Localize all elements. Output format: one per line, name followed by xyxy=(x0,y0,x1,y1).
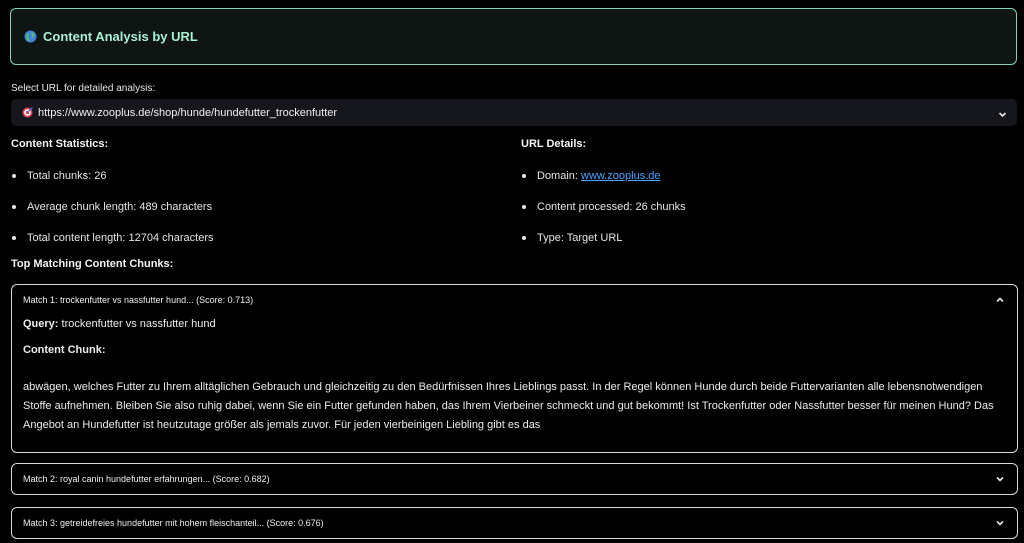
content-statistics-heading: Content Statistics: xyxy=(11,138,109,150)
content-statistics-list: Total chunks: 26 Average chunk length: 4… xyxy=(11,169,214,262)
detail-domain: Domain: www.zooplus.de xyxy=(521,169,686,200)
url-select-value: https://www.zooplus.de/shop/hunde/hundef… xyxy=(38,106,338,119)
url-details-list: Domain: www.zooplus.de Content processed… xyxy=(521,169,686,262)
target-icon xyxy=(22,107,33,118)
match-header-2[interactable]: Match 2: royal canin hundefutter erfahru… xyxy=(12,464,1017,494)
content-statistics: Content Statistics: Total chunks: 26 Ave… xyxy=(11,138,214,262)
url-select-label: Select URL for detailed analysis: xyxy=(11,83,156,94)
page-title: Content Analysis by URL xyxy=(43,29,198,44)
query-value: trockenfutter vs nassfutter hund xyxy=(61,318,216,330)
header-panel: Content Analysis by URL xyxy=(10,8,1017,65)
stat-average-chunk-length: Average chunk length: 489 characters xyxy=(11,200,214,231)
match-title-2: Match 2: royal canin hundefutter erfahru… xyxy=(23,474,270,484)
content-chunk-label: Content Chunk: xyxy=(23,344,106,356)
chevron-down-icon xyxy=(995,518,1005,528)
url-details: URL Details: Domain: www.zooplus.de Cont… xyxy=(521,138,686,262)
url-details-heading: URL Details: xyxy=(521,138,587,150)
match-title-3: Match 3: getreidefreies hundefutter mit … xyxy=(23,518,324,528)
chevron-down-icon xyxy=(997,107,1008,118)
top-matching-heading: Top Matching Content Chunks: xyxy=(11,258,174,270)
chevron-up-icon xyxy=(995,295,1005,305)
domain-label: Domain: xyxy=(537,170,582,182)
match-expander-3[interactable]: Match 3: getreidefreies hundefutter mit … xyxy=(11,507,1018,539)
content-chunk-text: abwägen, welches Futter zu Ihrem alltägl… xyxy=(23,381,994,431)
stat-total-chunks: Total chunks: 26 xyxy=(11,169,214,200)
detail-type: Type: Target URL xyxy=(521,231,686,262)
chevron-down-icon xyxy=(995,474,1005,484)
domain-link[interactable]: www.zooplus.de xyxy=(581,170,661,182)
page: Content Analysis by URL Select URL for d… xyxy=(0,0,1024,543)
detail-content-processed: Content processed: 26 chunks xyxy=(521,200,686,231)
match-title-1: Match 1: trockenfutter vs nassfutter hun… xyxy=(23,295,254,305)
url-select[interactable]: https://www.zooplus.de/shop/hunde/hundef… xyxy=(11,99,1017,126)
query-label: Query: xyxy=(23,318,59,330)
match-body-1: Query: trockenfutter vs nassfutter hund … xyxy=(12,318,1017,435)
match-expander-1: Match 1: trockenfutter vs nassfutter hun… xyxy=(11,284,1018,453)
match-expander-2[interactable]: Match 2: royal canin hundefutter erfahru… xyxy=(11,463,1018,495)
match-header-1[interactable]: Match 1: trockenfutter vs nassfutter hun… xyxy=(12,285,1017,315)
match-header-3[interactable]: Match 3: getreidefreies hundefutter mit … xyxy=(12,508,1017,538)
globe-icon xyxy=(24,30,37,43)
query-line: Query: trockenfutter vs nassfutter hund xyxy=(23,318,1006,338)
